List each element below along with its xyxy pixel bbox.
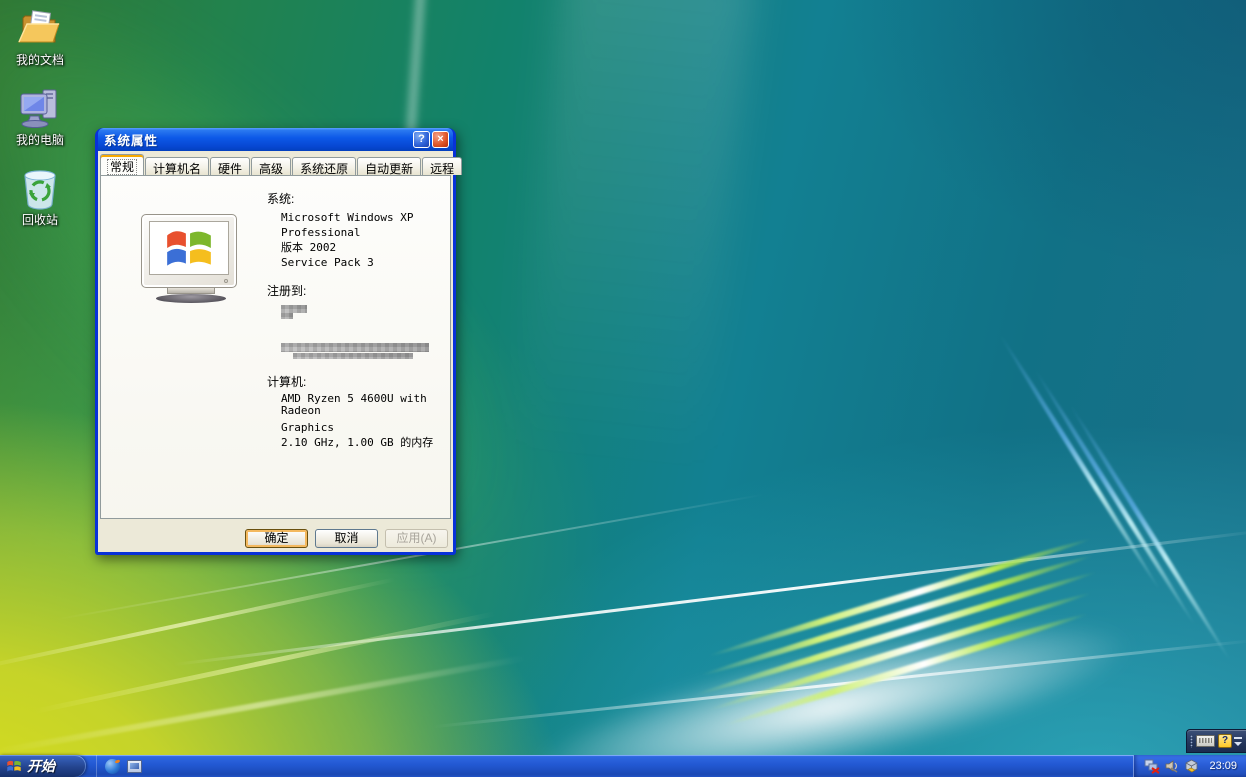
desktop-icon-my-computer[interactable]: 我的电脑 (2, 86, 78, 148)
show-desktop-icon[interactable] (127, 760, 142, 773)
registered-owner-redacted (281, 313, 293, 319)
wallpaper-streak (694, 569, 1098, 698)
desktop-icon-label: 我的电脑 (2, 131, 78, 148)
crt-screen (149, 221, 229, 275)
tab-remote[interactable]: 远程 (422, 157, 462, 175)
general-tab-page: 系统: Microsoft Windows XP Professional 版本… (100, 175, 451, 519)
quick-launch (96, 755, 142, 777)
wallpaper-streak (515, 587, 1145, 755)
wallpaper-streak (998, 334, 1161, 591)
desktop-icon-label: 我的文档 (2, 51, 78, 68)
computer-section: 计算机: AMD Ryzen 5 4600U with Radeon Graph… (267, 373, 447, 450)
tab-label: 系统还原 (300, 162, 348, 176)
wallpaper-streak (0, 577, 396, 670)
tab-automatic-updates[interactable]: 自动更新 (357, 157, 421, 175)
product-id-redacted (293, 353, 413, 359)
start-button[interactable]: 开始 (0, 755, 86, 777)
system-section: 系统: Microsoft Windows XP Professional 版本… (267, 190, 447, 270)
dialog-titlebar[interactable]: 系统属性 ? × (98, 128, 453, 151)
windows-logo-icon (6, 759, 22, 773)
wallpaper-streak (0, 655, 526, 755)
system-line: Service Pack 3 (281, 255, 447, 270)
my-documents-icon (17, 6, 63, 50)
help-icon[interactable]: ? (1218, 734, 1232, 748)
desktop-icon-my-documents[interactable]: 我的文档 (2, 6, 78, 68)
network-disconnected-icon[interactable] (1144, 759, 1160, 774)
options-icon[interactable] (1234, 742, 1242, 746)
recycle-bin-icon (17, 166, 63, 210)
help-icon[interactable]: ? (413, 131, 430, 148)
language-bar-grip[interactable] (1190, 735, 1193, 748)
dialog-title: 系统属性 (104, 130, 411, 149)
windows-flag-icon (163, 227, 215, 269)
language-bar: ? (1186, 729, 1246, 753)
clock[interactable]: 23:09 (1209, 760, 1237, 772)
tab-strip: 常规 计算机名 硬件 高级 系统还原 自动更新 远程 (100, 155, 463, 175)
computer-line: 2.10 GHz, 1.00 GB 的内存 (281, 435, 447, 450)
keyboard-icon[interactable] (1196, 735, 1215, 747)
start-label: 开始 (27, 756, 55, 776)
dialog-body: 常规 计算机名 硬件 高级 系统还原 自动更新 远程 (98, 151, 453, 552)
desktop-icon-recycle-bin[interactable]: 回收站 (2, 166, 78, 228)
tab-computer-name[interactable]: 计算机名 (145, 157, 209, 175)
system-line: Microsoft Windows XP (281, 210, 447, 225)
crt-base (156, 294, 226, 303)
product-id-redacted (281, 343, 429, 352)
computer-line: Radeon (281, 405, 447, 417)
hardware-icon[interactable] (1184, 759, 1199, 774)
tab-label: 计算机名 (153, 162, 201, 176)
registered-owner-redacted (281, 305, 307, 313)
crt-body (141, 214, 237, 288)
taskbar[interactable]: 开始 23:09 (0, 755, 1246, 777)
wallpaper-streak (1095, 48, 1246, 755)
system-line: Professional (281, 225, 447, 240)
browser-icon[interactable] (105, 759, 120, 774)
tab-label: 高级 (259, 162, 283, 176)
registered-label: 注册到: (267, 282, 447, 299)
minimize-icon[interactable] (1234, 737, 1242, 739)
my-computer-icon (17, 86, 63, 130)
system-label: 系统: (267, 190, 447, 207)
system-line: 版本 2002 (281, 240, 447, 255)
wallpaper-streak (700, 552, 1094, 679)
tab-label: 自动更新 (365, 162, 413, 176)
taskbar-empty-area[interactable] (142, 755, 1133, 777)
tab-system-restore[interactable]: 系统还原 (292, 157, 356, 175)
wallpaper-streak (514, 0, 755, 469)
desktop-icon-label: 回收站 (2, 211, 78, 228)
wallpaper-streak (708, 536, 1093, 660)
computer-line: Graphics (281, 420, 447, 435)
registered-section: 注册到: (267, 282, 447, 359)
system-info: 系统: Microsoft Windows XP Professional 版本… (267, 190, 447, 450)
tab-advanced[interactable]: 高级 (251, 157, 291, 175)
crt-monitor-graphic (141, 214, 241, 303)
tab-label: 远程 (430, 162, 454, 176)
ok-button[interactable]: 确定 (245, 529, 308, 548)
crt-power-led (224, 279, 228, 283)
wallpaper-streak (432, 639, 1246, 729)
apply-button[interactable]: 应用(A) (385, 529, 448, 548)
wallpaper-streak (1033, 369, 1196, 626)
computer-label: 计算机: (267, 373, 447, 390)
wallpaper-streak (35, 611, 496, 714)
tab-label: 硬件 (218, 162, 242, 176)
system-tray: 23:09 (1133, 755, 1246, 777)
volume-icon[interactable] (1165, 759, 1179, 773)
tab-label: 常规 (108, 160, 136, 174)
wallpaper-streak (708, 590, 1093, 714)
tab-general[interactable]: 常规 (100, 154, 144, 175)
wallpaper-streak (1068, 404, 1231, 661)
tab-hardware[interactable]: 硬件 (210, 157, 250, 175)
cancel-button[interactable]: 取消 (315, 529, 378, 548)
system-properties-dialog: 系统属性 ? × 常规 计算机名 硬件 高级 系统还原 自动更新 远程 (95, 128, 456, 555)
close-icon[interactable]: × (432, 131, 449, 148)
wallpaper-streak (1038, 0, 1246, 755)
wallpaper-streak (723, 611, 1088, 729)
language-bar-controls (1234, 737, 1242, 746)
